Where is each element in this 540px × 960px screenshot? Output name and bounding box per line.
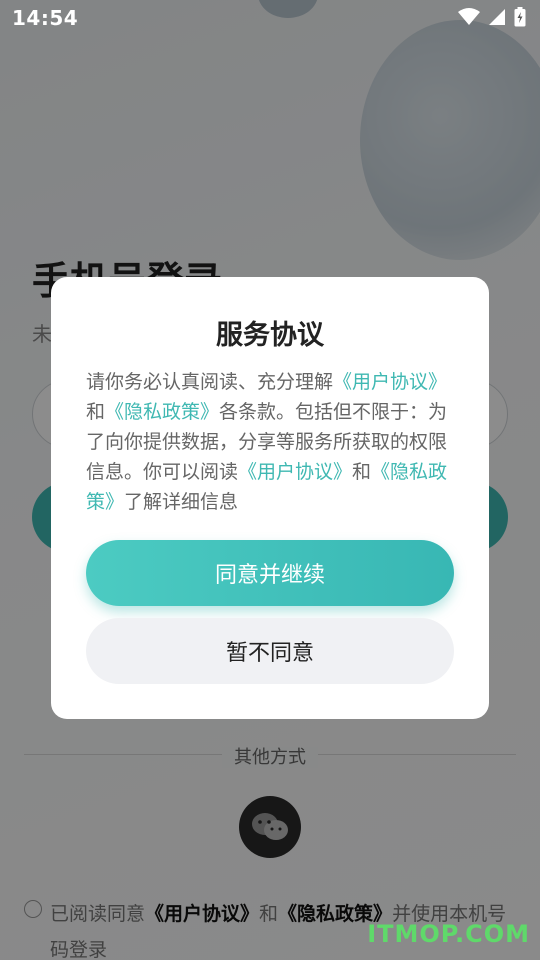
user-agreement-link[interactable]: 《用户协议》 — [238, 461, 352, 483]
dialog-body: 请你务必认真阅读、充分理解《用户协议》和《隐私政策》各条款。包括但不限于：为了向… — [86, 367, 456, 517]
wifi-icon — [458, 8, 480, 25]
watermark: ITMOP.COM — [367, 920, 530, 948]
status-icons — [458, 7, 526, 27]
dialog-title: 服务协议 — [216, 320, 324, 351]
cellular-signal-icon — [489, 9, 505, 25]
dialog-text: 和 — [352, 461, 372, 483]
status-bar: 14:54 — [0, 0, 540, 36]
user-agreement-link[interactable]: 《用户协议》 — [333, 371, 447, 393]
dialog-text: 和 — [86, 401, 106, 423]
battery-charging-icon — [514, 7, 526, 27]
privacy-policy-link[interactable]: 《隐私政策》 — [105, 401, 219, 423]
service-agreement-dialog: 服务协议 请你务必认真阅读、充分理解《用户协议》和《隐私政策》各条款。包括但不限… — [51, 277, 489, 719]
agree-continue-button[interactable]: 同意并继续 — [86, 540, 454, 606]
dialog-text: 了解详细信息 — [124, 491, 239, 513]
status-time: 14:54 — [12, 6, 79, 30]
decline-button[interactable]: 暂不同意 — [86, 618, 454, 684]
dialog-text: 请你务必认真阅读、充分理解 — [86, 371, 334, 393]
